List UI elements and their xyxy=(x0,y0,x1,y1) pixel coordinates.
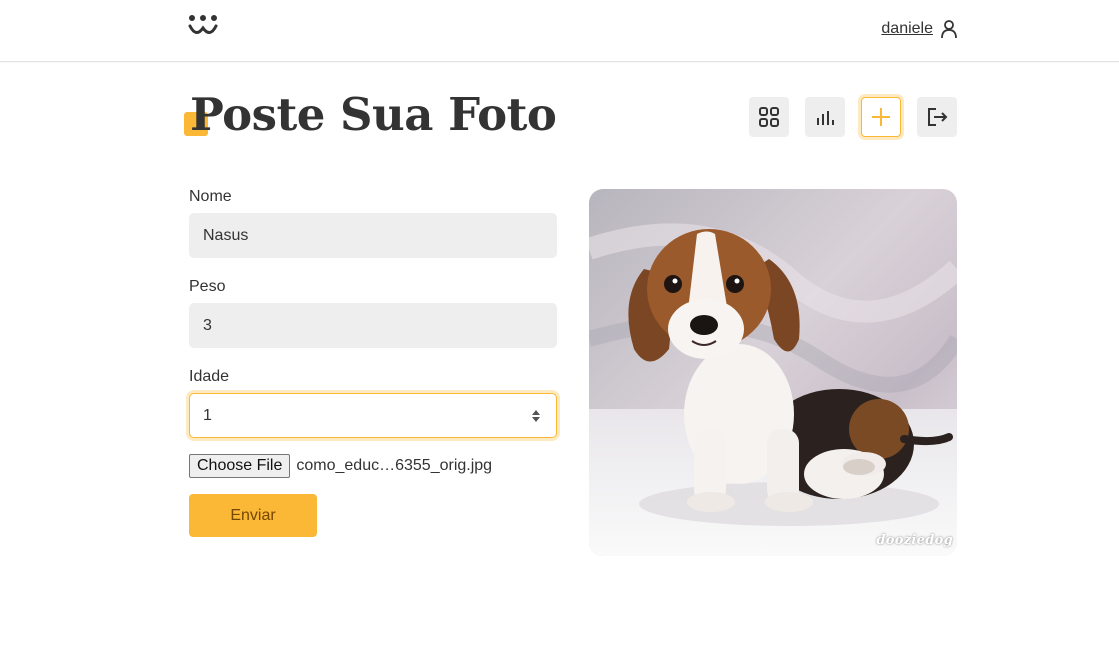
number-spinner[interactable] xyxy=(529,407,543,425)
user-account-link[interactable]: daniele xyxy=(881,17,959,41)
plus-icon xyxy=(872,108,890,126)
enviar-button[interactable]: Enviar xyxy=(189,494,317,537)
photo-watermark: dooziedog xyxy=(876,533,953,548)
stats-button[interactable] xyxy=(805,97,845,137)
stats-icon xyxy=(817,111,834,125)
file-input: Choose File como_educ…6355_orig.jpg xyxy=(189,454,557,478)
peso-input[interactable]: 3 xyxy=(189,303,557,348)
account-nav xyxy=(749,97,957,137)
logout-icon xyxy=(928,108,948,126)
idade-label: Idade xyxy=(189,368,230,385)
spinner-up-icon[interactable] xyxy=(532,409,540,415)
puppy-photo xyxy=(589,189,957,556)
selected-file-name: como_educ…6355_orig.jpg xyxy=(296,457,493,474)
my-photos-button[interactable] xyxy=(749,97,789,137)
spinner-down-icon[interactable] xyxy=(532,416,540,422)
nome-value: Nasus xyxy=(203,226,249,244)
top-bar: daniele xyxy=(0,0,1119,62)
post-photo-button[interactable] xyxy=(861,97,901,137)
grid-icon xyxy=(759,107,779,127)
dog-logo-icon[interactable] xyxy=(188,14,218,40)
peso-label: Peso xyxy=(189,278,226,295)
photo-preview: dooziedog xyxy=(589,189,957,556)
nome-input[interactable]: Nasus xyxy=(189,213,557,258)
page-title-block: Poste Sua Foto xyxy=(184,84,557,148)
choose-file-button[interactable]: Choose File xyxy=(189,454,291,478)
idade-input[interactable]: 1 xyxy=(189,393,557,438)
nome-label: Nome xyxy=(189,188,232,205)
user-icon xyxy=(939,19,959,39)
logout-button[interactable] xyxy=(917,97,957,137)
username-label: daniele xyxy=(881,20,933,37)
peso-value: 3 xyxy=(203,316,212,334)
post-photo-form: Nome Nasus Peso 3 Idade 1 Choose File co… xyxy=(189,186,557,537)
idade-value: 1 xyxy=(203,406,212,424)
page-title: Poste Sua Foto xyxy=(190,88,557,141)
